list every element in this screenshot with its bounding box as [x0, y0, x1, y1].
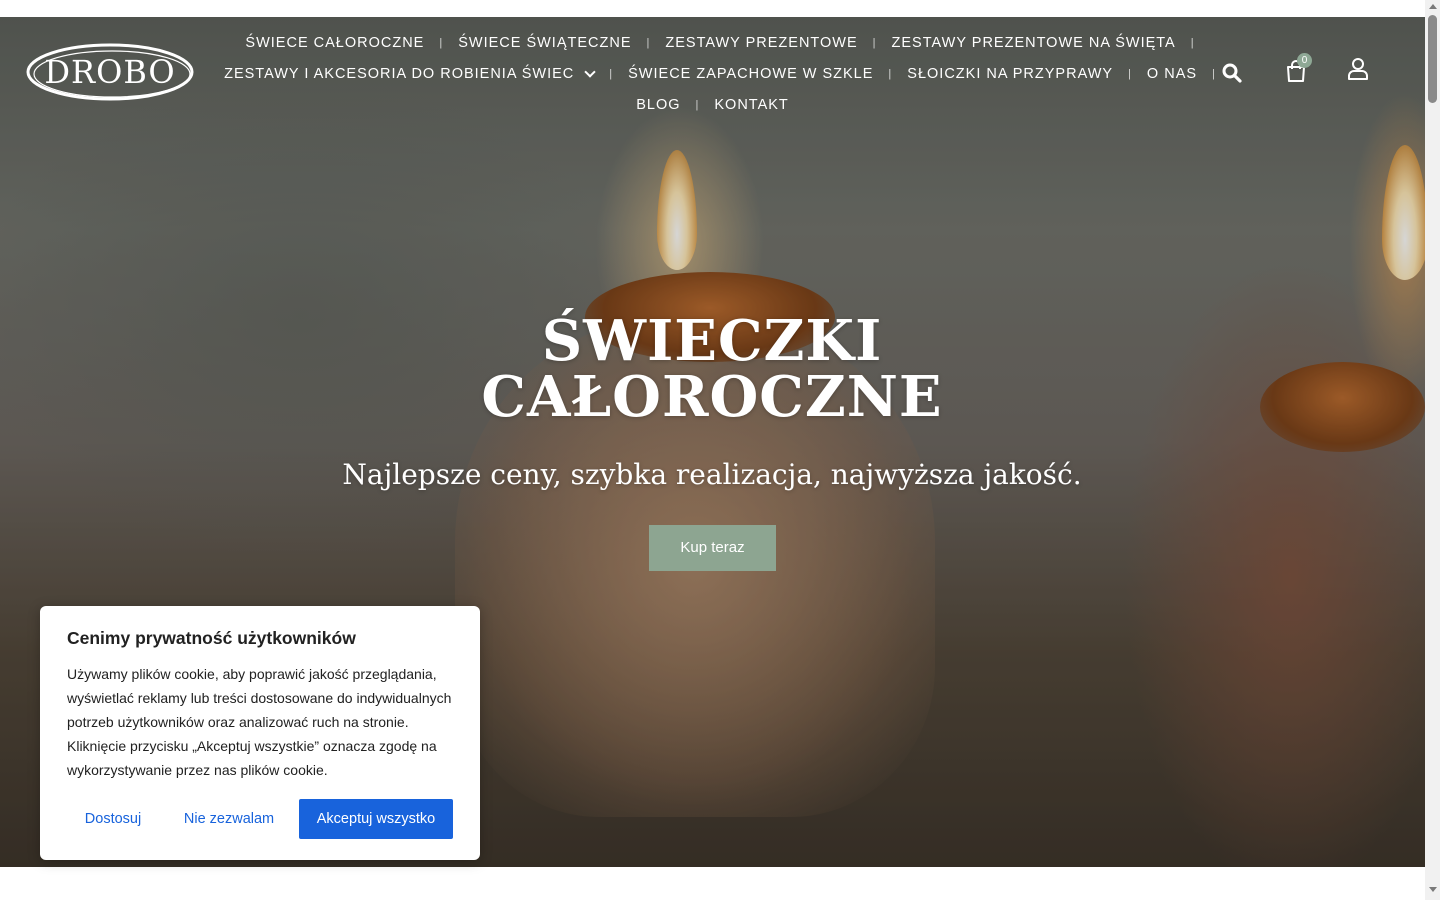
nav-label: KONTAKT — [714, 96, 789, 113]
nav-separator: | — [1190, 36, 1195, 49]
nav-label: SŁOICZKI NA PRZYPRAWY — [907, 65, 1114, 82]
user-icon[interactable] — [1347, 57, 1369, 81]
nav-label: ŚWIECE ŚWIĄTECZNE — [458, 34, 632, 51]
cookie-customize-button[interactable]: Dostosuj — [67, 799, 159, 839]
hero-title-line-1: ŚWIECZKI — [541, 308, 883, 374]
site-logo[interactable]: DROBO — [26, 43, 194, 101]
top-strip — [0, 0, 1425, 17]
cookie-accept-all-button[interactable]: Akceptuj wszystko — [299, 799, 453, 839]
cookie-title: Cenimy prywatność użytkowników — [67, 628, 356, 648]
shop-now-button[interactable]: Kup teraz — [649, 525, 776, 571]
nav-item-zestawy-na-swieta[interactable]: ZESTAWY PREZENTOWE NA ŚWIĘTA | — [877, 35, 1195, 51]
nav-label: O NAS — [1146, 65, 1198, 82]
nav-row-3: BLOG | KONTAKT — [245, 89, 1180, 120]
nav-item-zestawy-prezentowe[interactable]: ZESTAWY PREZENTOWE | — [650, 35, 876, 51]
scroll-up-arrow-icon[interactable] — [1429, 4, 1437, 9]
nav-item-sloiczki[interactable]: SŁOICZKI NA PRZYPRAWY | — [892, 66, 1132, 82]
nav-label: ZESTAWY I AKCESORIA DO ROBIENIA ŚWIEC — [224, 65, 575, 82]
nav-item-kontakt[interactable]: KONTAKT — [699, 97, 803, 113]
nav-label: ŚWIECE ZAPACHOWE W SZKLE — [628, 65, 874, 82]
nav-separator: | — [1212, 67, 1216, 80]
cart-count-badge: 0 — [1297, 53, 1312, 68]
nav-label: ZESTAWY PREZENTOWE — [665, 34, 858, 51]
search-icon[interactable] — [1222, 63, 1242, 83]
nav-item-swiece-w-szkle[interactable]: ŚWIECE ZAPACHOWE W SZKLE | — [613, 66, 892, 82]
logo-mark: DROBO — [26, 43, 194, 101]
hero-title: ŚWIECZKI CAŁOROCZNE — [412, 313, 1012, 425]
logo-text: DROBO — [44, 53, 175, 91]
hero-subtitle: Najlepsze ceny, szybka realizacja, najwy… — [342, 458, 1082, 491]
hero-title-line-2: CAŁOROCZNE — [481, 364, 943, 430]
cookie-description: Używamy plików cookie, aby poprawić jako… — [67, 666, 452, 778]
nav-item-zestawy-i-akcesoria[interactable]: ZESTAWY I AKCESORIA DO ROBIENIA ŚWIEC | — [209, 66, 613, 82]
main-nav: ŚWIECE CAŁOROCZNE | ŚWIECE ŚWIĄTECZNE | ZE… — [224, 27, 1215, 120]
nav-item-blog[interactable]: BLOG | — [621, 97, 699, 113]
nav-item-swiece-swiateczne[interactable]: ŚWIECE ŚWIĄTECZNE | — [443, 35, 650, 51]
nav-row-1: ŚWIECE CAŁOROCZNE | ŚWIECE ŚWIĄTECZNE | ZE… — [245, 27, 1193, 58]
scroll-down-arrow-icon[interactable] — [1429, 887, 1437, 892]
cookie-consent-banner: Cenimy prywatność użytkowników Używamy p… — [40, 606, 480, 860]
nav-label: ZESTAWY PREZENTOWE NA ŚWIĘTA — [891, 34, 1176, 51]
nav-item-o-nas[interactable]: O NAS | — [1132, 66, 1216, 82]
nav-label: ŚWIECE CAŁOROCZNE — [245, 34, 425, 51]
nav-label: BLOG — [636, 96, 681, 113]
page-scrollbar[interactable] — [1425, 0, 1440, 900]
nav-row-2: ZESTAWY I AKCESORIA DO ROBIENIA ŚWIEC | Ś… — [224, 58, 1215, 89]
scrollbar-thumb[interactable] — [1428, 15, 1437, 103]
cookie-reject-button[interactable]: Nie zezwalam — [175, 799, 283, 839]
nav-item-swiece-caloroczne[interactable]: ŚWIECE CAŁOROCZNE | — [230, 35, 443, 51]
